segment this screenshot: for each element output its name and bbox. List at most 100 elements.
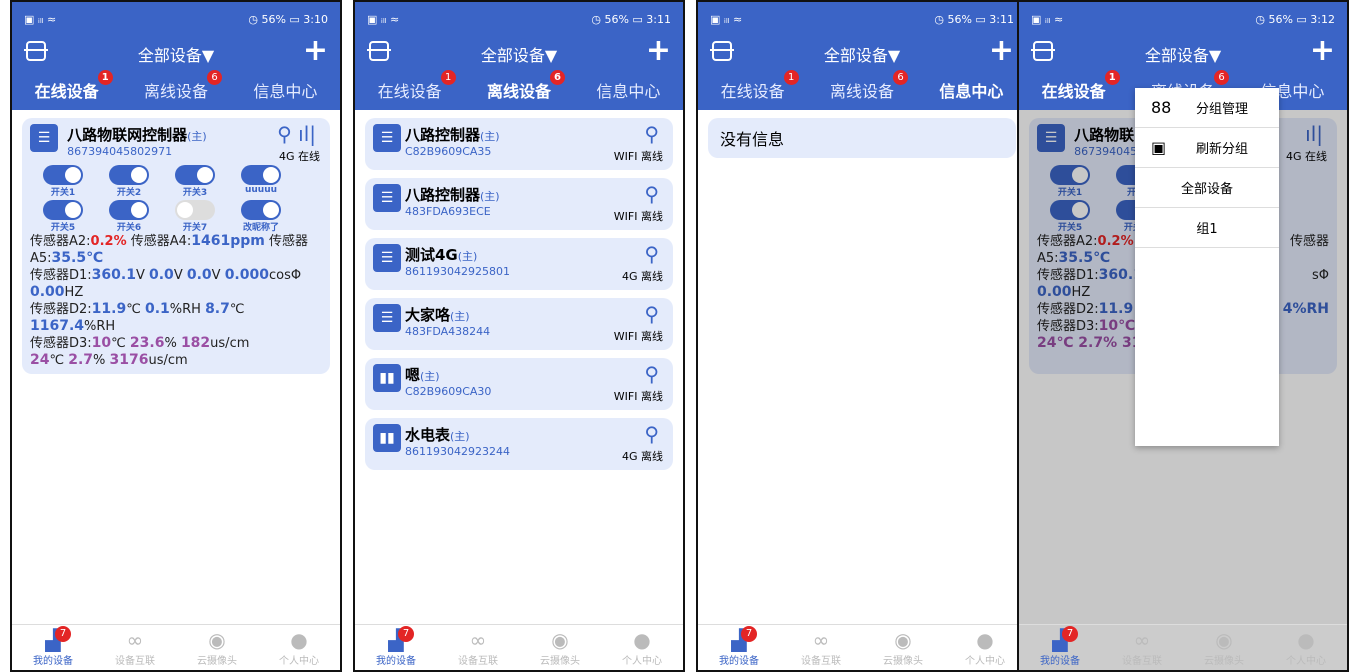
- bottom-nav: ▟ 7 我的设备 ∞ 设备互联 ◉ 云摄像头 ● 个人中心: [698, 624, 1026, 670]
- nav-profile[interactable]: ● 个人中心: [269, 628, 329, 667]
- tab-offline[interactable]: 离线设备6: [487, 70, 565, 102]
- tab-badge: 6: [207, 70, 222, 85]
- switch-toggle[interactable]: 开关5: [30, 200, 96, 233]
- top-bar: ▣ ᵢₗₗ ≈ ◷ 56% ▭ 3:11 全部设备▼ + 在线设备 1 离线设备 6 信…: [355, 2, 683, 110]
- device-card[interactable]: ☰ 八路控制器(主) 483FDA693ECE ⚲ WIFI 离线: [365, 178, 673, 230]
- nav-profile[interactable]: ● 个人中心: [1276, 628, 1336, 667]
- nav-profile[interactable]: ● 个人中心: [612, 628, 672, 667]
- device-filter-dropdown[interactable]: 全部设备▼: [355, 42, 683, 66]
- tab-info[interactable]: 信息中心: [253, 78, 317, 102]
- link-icon: ∞: [812, 628, 830, 652]
- nav-profile[interactable]: ● 个人中心: [955, 628, 1015, 667]
- tab-badge: 1: [97, 70, 113, 85]
- tab-info[interactable]: 信息中心: [596, 78, 660, 102]
- location-pin-icon: ⚲: [644, 242, 659, 266]
- user-icon: ●: [290, 628, 308, 652]
- empty-message: 没有信息: [708, 118, 1016, 158]
- camera-icon: ◉: [551, 628, 569, 652]
- phone-screen-info: ▣ ᵢₗₗ ≈ ◷ 56% ▭ 3:11 全部设备▼ + 在线设备 1 离线设备 6 信…: [696, 0, 1028, 672]
- top-bar: ▣ ᵢₗₗ ≈ ◷ 56% ▭ 3:10 全部设备▼ + 在线设备 1 离线设备 6 信…: [12, 2, 340, 110]
- link-icon: ∞: [126, 628, 144, 652]
- device-filter-dropdown[interactable]: 全部设备▼: [698, 42, 1026, 66]
- tab-info[interactable]: 信息中心: [939, 78, 1003, 102]
- group-icon: 88: [1151, 98, 1172, 117]
- location-pin-icon: ⚲ ıl|: [277, 122, 316, 146]
- meter-icon: ▮▮: [373, 364, 401, 392]
- switch-toggle[interactable]: 开关1: [30, 165, 96, 198]
- router-icon: ▟: [388, 628, 404, 652]
- user-icon: ●: [1297, 628, 1315, 652]
- switch-toggle[interactable]: 改昵称了: [228, 200, 294, 233]
- device-card[interactable]: ☰ 测试4G(主) 861193042925801 ⚲ 4G 离线: [365, 238, 673, 290]
- menu-item-group-manage[interactable]: 88 分组管理: [1135, 88, 1279, 128]
- tab-online[interactable]: 在线设备 1: [1042, 70, 1120, 102]
- menu-item-group1[interactable]: 组1: [1135, 208, 1279, 248]
- device-filter-dropdown[interactable]: 全部设备▼: [1019, 42, 1347, 66]
- camera-icon: ◉: [208, 628, 226, 652]
- camera-icon: ◉: [894, 628, 912, 652]
- nav-my-devices[interactable]: ▟ 7 我的设备: [709, 626, 769, 667]
- device-icon: ☰: [30, 124, 58, 152]
- tab-badge: 1: [1104, 70, 1120, 85]
- nav-device-link[interactable]: ∞ 设备互联: [448, 628, 508, 667]
- phone-screen-offline: ▣ ᵢₗₗ ≈ ◷ 56% ▭ 3:11 全部设备▼ + 在线设备 1 离线设备 6 信…: [353, 0, 685, 672]
- nav-cloud-camera[interactable]: ◉ 云摄像头: [873, 628, 933, 667]
- router-icon: ▟: [45, 628, 61, 652]
- menu-item-all-devices[interactable]: 全部设备: [1135, 168, 1279, 208]
- location-pin-icon: ⚲: [644, 302, 659, 326]
- device-filter-dropdown[interactable]: 全部设备▼: [12, 42, 340, 66]
- nav-my-devices[interactable]: ▟ 7 我的设备: [1030, 626, 1090, 667]
- user-icon: ●: [976, 628, 994, 652]
- device-card[interactable]: ☰ 大家咯(主) 483FDA438244 ⚲ WIFI 离线: [365, 298, 673, 350]
- refresh-icon: ▣: [1151, 138, 1167, 157]
- nav-device-link[interactable]: ∞ 设备互联: [105, 628, 165, 667]
- nav-my-devices[interactable]: ▟ 7 我的设备: [23, 626, 83, 667]
- menu-item-refresh-group[interactable]: ▣ 刷新分组: [1135, 128, 1279, 168]
- add-device-button[interactable]: +: [1310, 36, 1335, 66]
- tab-online[interactable]: 在线设备 1: [721, 70, 799, 102]
- signal-icon: ▣ ᵢₗₗ ≈: [710, 12, 743, 26]
- router-icon: ▟: [1052, 628, 1068, 652]
- device-card[interactable]: ▮▮ 水电表(主) 861193042923244 ⚲ 4G 离线: [365, 418, 673, 470]
- phone-screen-menu: ▣ ᵢₗₗ ≈◷ 56% ▭ 3:12 全部设备▼+ 在线设备1 离线设备6 信…: [1017, 0, 1349, 672]
- device-card[interactable]: ▮▮ 嗯(主) C82B9609CA30 ⚲ WIFI 离线: [365, 358, 673, 410]
- switch-toggle[interactable]: 开关2: [96, 165, 162, 198]
- tab-badge: 6: [893, 70, 908, 85]
- tab-offline[interactable]: 离线设备6: [144, 70, 222, 102]
- signal-icon: ▣ ᵢₗₗ ≈: [367, 12, 400, 26]
- nav-cloud-camera[interactable]: ◉ 云摄像头: [1194, 628, 1254, 667]
- device-card[interactable]: ☰ 八路控制器(主) C82B9609CA35 ⚲ WIFI 离线: [365, 118, 673, 170]
- tab-online[interactable]: 在线设备 1: [378, 70, 456, 102]
- device-icon: ☰: [373, 124, 401, 152]
- device-card[interactable]: ☰ 八路物联网控制器(主) 867394045802971 ⚲ ıl| 4G 在线…: [22, 118, 330, 374]
- switch-toggle[interactable]: 开关3: [162, 165, 228, 198]
- nav-device-link[interactable]: ∞ 设备互联: [1112, 628, 1172, 667]
- location-pin-icon: ⚲: [644, 182, 659, 206]
- switch-toggle[interactable]: uuuuu: [228, 165, 294, 195]
- nav-cloud-camera[interactable]: ◉ 云摄像头: [187, 628, 247, 667]
- status-bar: ▣ ᵢₗₗ ≈ ◷ 56% ▭ 3:11: [710, 12, 1014, 26]
- nav-cloud-camera[interactable]: ◉ 云摄像头: [530, 628, 590, 667]
- tab-badge: 6: [550, 70, 565, 85]
- bottom-nav: ▟ 7 我的设备 ∞ 设备互联 ◉ 云摄像头 ● 个人中心: [12, 624, 340, 670]
- add-device-button[interactable]: +: [646, 36, 671, 66]
- tab-online[interactable]: 在线设备 1: [35, 70, 113, 102]
- switch-toggle[interactable]: 开关6: [96, 200, 162, 233]
- add-device-button[interactable]: +: [303, 36, 328, 66]
- phone-screen-online: ▣ ᵢₗₗ ≈ ◷ 56% ▭ 3:10 全部设备▼ + 在线设备 1 离线设备 6 信…: [10, 0, 342, 672]
- link-icon: ∞: [469, 628, 487, 652]
- add-device-button[interactable]: +: [989, 36, 1014, 66]
- link-icon: ∞: [1133, 628, 1151, 652]
- tab-offline[interactable]: 离线设备6: [830, 70, 908, 102]
- nav-my-devices[interactable]: ▟ 7 我的设备: [366, 626, 426, 667]
- location-pin-icon: ⚲: [644, 362, 659, 386]
- device-icon: ☰: [373, 184, 401, 212]
- router-icon: ▟: [731, 628, 747, 652]
- switch-toggle[interactable]: 开关7: [162, 200, 228, 233]
- location-pin-icon: ⚲: [644, 122, 659, 146]
- tab-badge: 1: [783, 70, 799, 85]
- device-icon: ☰: [373, 244, 401, 272]
- user-icon: ●: [633, 628, 651, 652]
- status-bar: ▣ ᵢₗₗ ≈ ◷ 56% ▭ 3:11: [367, 12, 671, 26]
- nav-device-link[interactable]: ∞ 设备互联: [791, 628, 851, 667]
